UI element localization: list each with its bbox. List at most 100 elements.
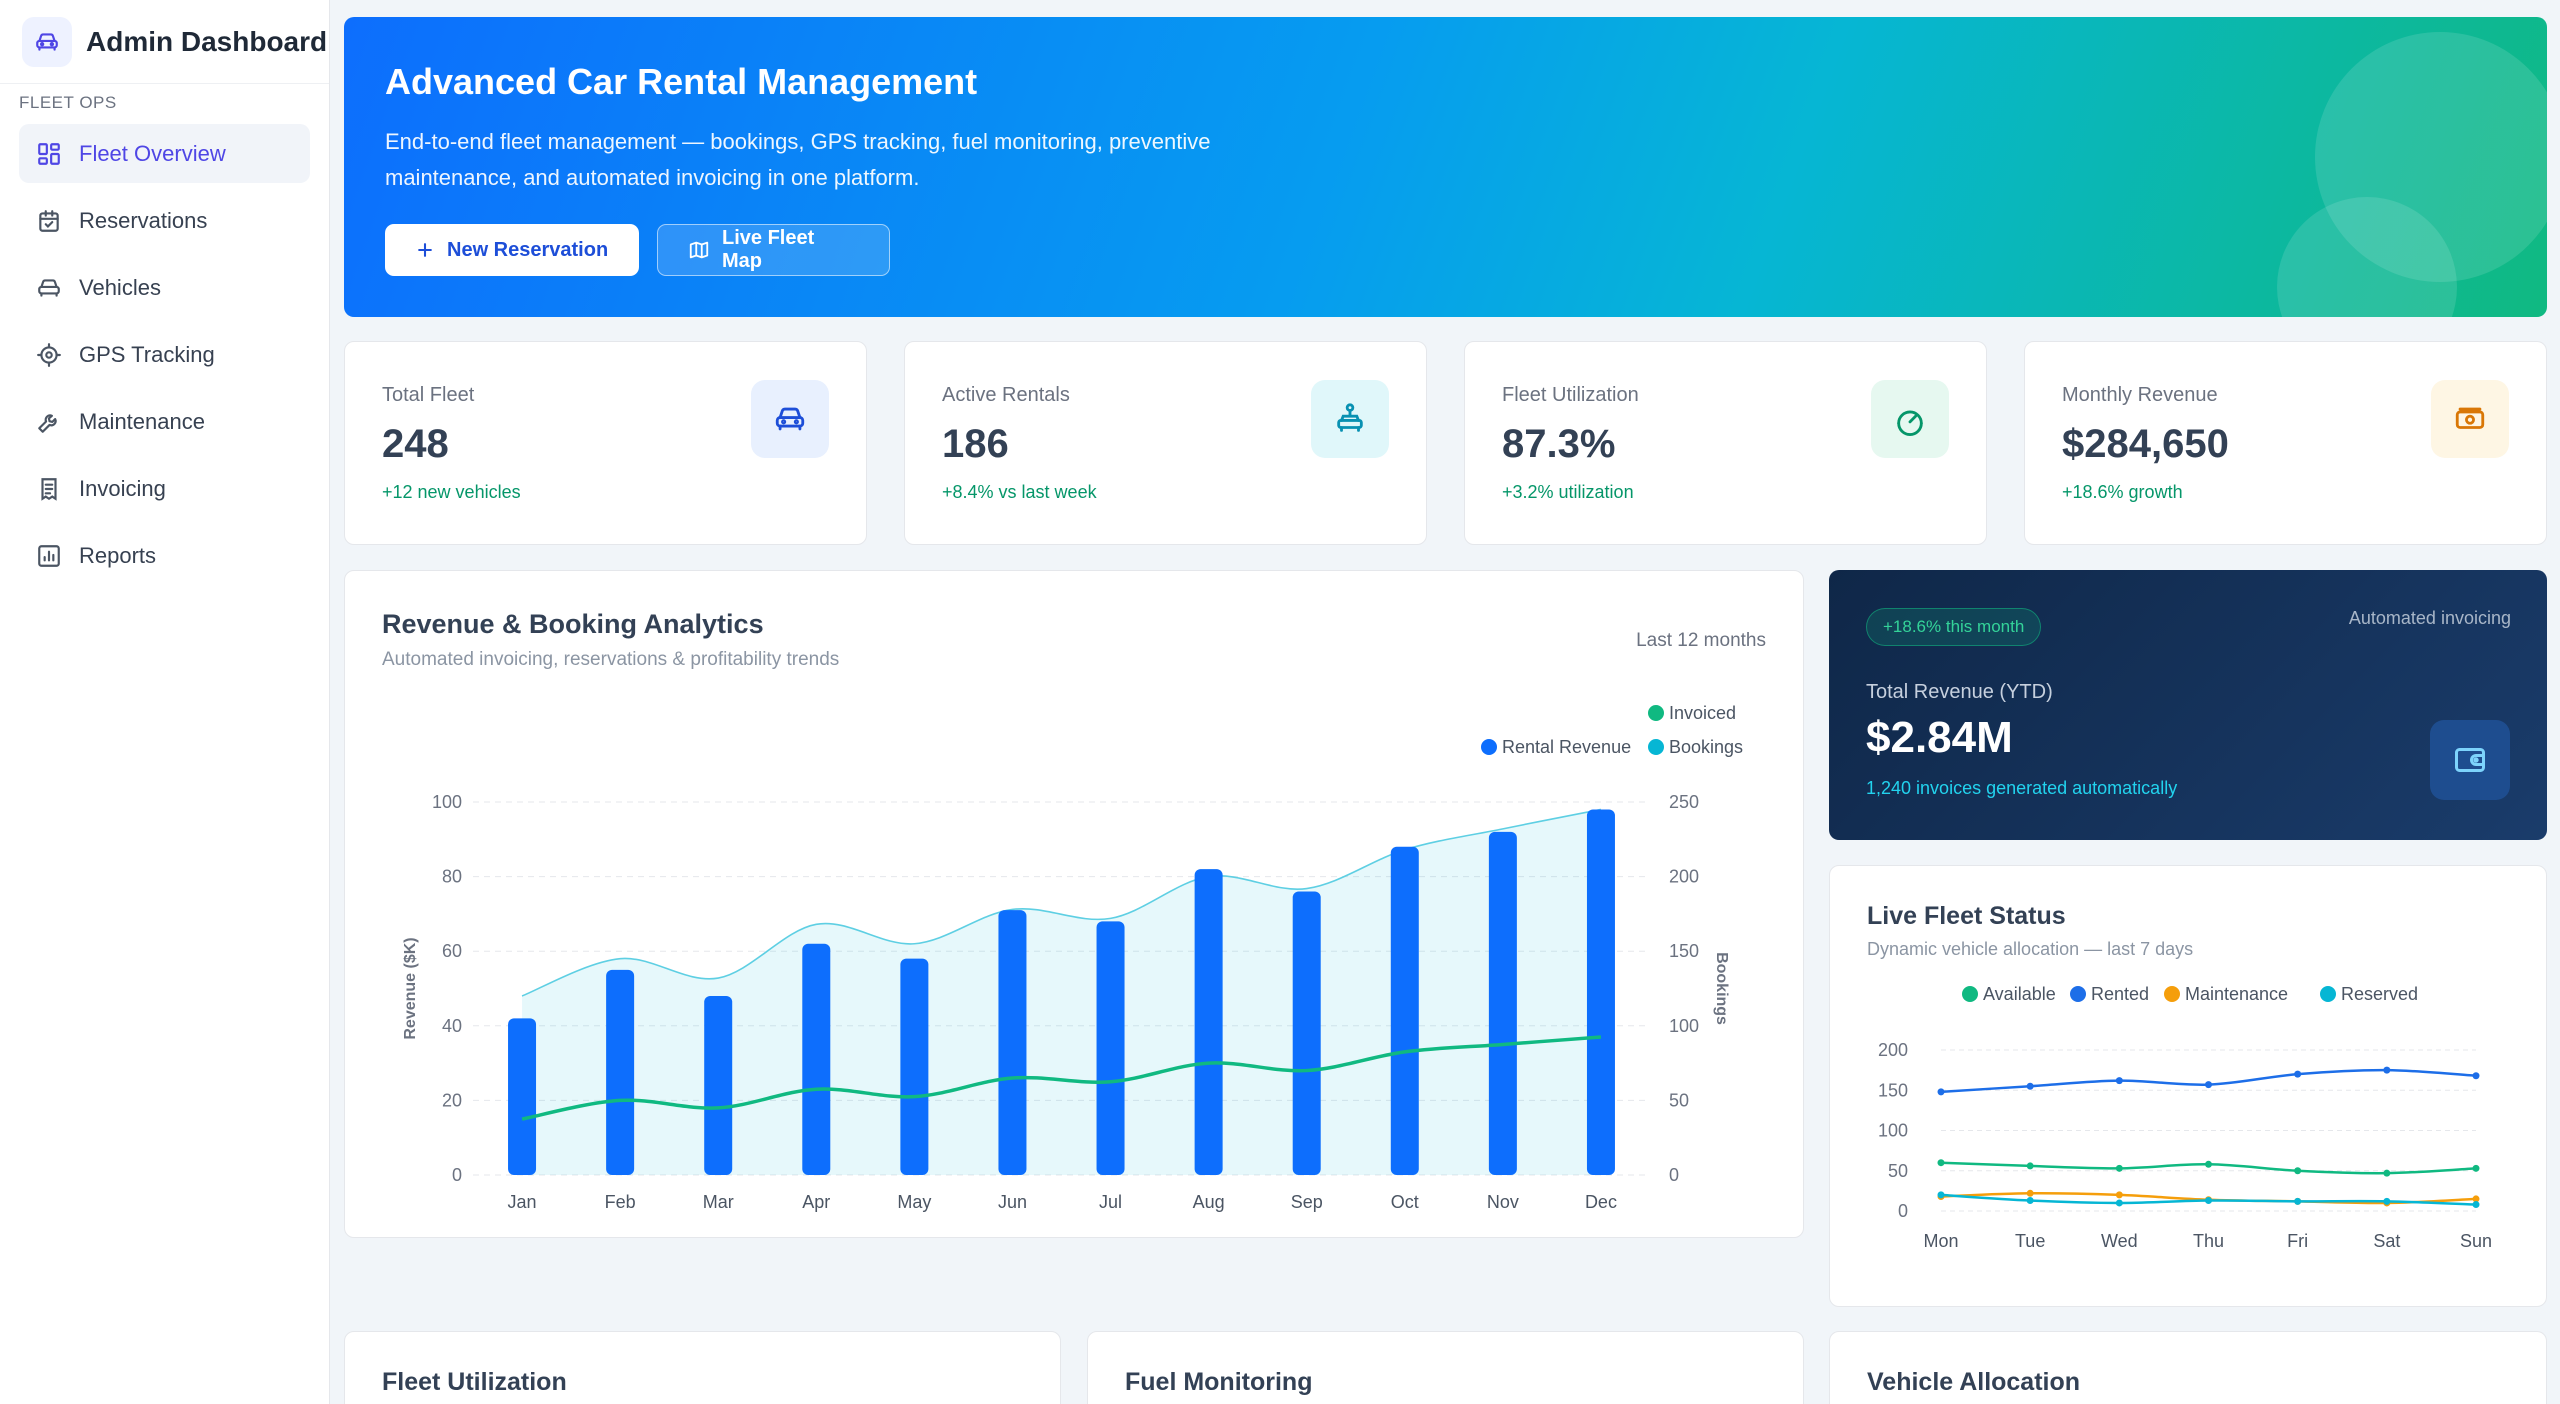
series-point [2205,1197,2212,1205]
series-point [2472,1201,2480,1209]
series-point [2294,1070,2302,1078]
sidebar-item-vehicles[interactable]: Vehicles [19,258,310,317]
revenue-value: $2.84M [1866,713,2013,762]
live-fleet-chart: 0 50 100 150 200 Mon Tue Wed Thu Fri Sat Sun Availab… [1878,984,2492,1251]
revenue-bar [1586,809,1615,1175]
sidebar-item-label: Reports [79,542,157,568]
series-point [2115,1164,2123,1172]
automation-tag: Automated invoicing [2348,608,2511,628]
card-title: Fleet Utilization [382,1368,567,1396]
hero-description: End-to-end fleet management — bookings, … [385,129,1211,190]
y-tick-label: 50 [1888,1161,1908,1181]
legend-label: Rental Revenue [1502,737,1631,757]
nav-section-label: FLEET OPS [19,93,117,112]
legend-label: Invoiced [1669,703,1736,723]
live-fleet-map-button[interactable]: Live Fleet Map [657,224,890,276]
sidebar-item-label: Fleet Overview [79,140,226,166]
fleet-utilization-card: Fleet Utilization [344,1331,1061,1404]
series-point [2115,1077,2123,1085]
x-tick-label: Dec [1585,1192,1617,1212]
button-label: New Reservation [447,238,609,261]
series-point [2026,1189,2034,1197]
sidebar-item-reservations[interactable]: Reservations [19,191,310,250]
vehicle-allocation-card: Vehicle Allocation [1829,1331,2547,1404]
revenue-bar [998,910,1027,1175]
car-icon [35,274,63,302]
y-tick-label: 150 [1878,1080,1908,1100]
y2-tick-label: 150 [1669,941,1699,961]
x-tick-label: Sat [2373,1231,2400,1251]
series-point [2205,1160,2212,1168]
card-title: Vehicle Allocation [1867,1368,2081,1396]
revenue-bar [1194,869,1223,1175]
x-tick-label: Sep [1291,1192,1323,1212]
bookings-area [522,809,1601,1175]
stat-label: Active Rentals [942,384,1070,406]
sidebar-item-maintenance[interactable]: Maintenance [19,392,310,451]
hero-banner: Advanced Car Rental Management End-to-en… [344,17,2547,317]
car-icon [22,16,72,67]
y2-tick-label: 250 [1669,792,1699,812]
y-tick-label: 100 [432,792,462,812]
hero-title: Advanced Car Rental Management [385,61,978,102]
x-tick-label: Sun [2460,1231,2492,1251]
sidebar-item-fleet-overview[interactable]: Fleet Overview [19,124,310,183]
sidebar-item-label: Invoicing [79,475,166,501]
stat-change: +3.2% utilization [1502,482,1634,502]
revenue-bar [606,969,635,1175]
map-icon [688,239,710,261]
y-tick-label: 0 [452,1165,462,1185]
x-tick-label: Apr [802,1192,830,1212]
card-title: Fuel Monitoring [1125,1368,1313,1396]
series-point [2205,1081,2212,1089]
grid-icon [35,140,63,168]
y-tick-label: 20 [442,1090,462,1110]
stat-value: 186 [942,422,1009,466]
legend-swatch [1648,705,1664,721]
x-tick-label: Wed [2101,1231,2138,1251]
x-tick-label: Mon [1923,1231,1958,1251]
sidebar-item-gps-tracking[interactable]: GPS Tracking [19,325,310,384]
x-tick-label: Nov [1487,1192,1519,1212]
revenue-bar [1292,891,1321,1175]
legend-label: Bookings [1669,737,1743,757]
x-tick-label: Mar [703,1192,734,1212]
sidebar-item-invoicing[interactable]: Invoicing [19,459,310,518]
y2-tick-label: 0 [1669,1165,1679,1185]
x-tick-label: Jun [998,1192,1027,1212]
stat-card-monthly-revenue: Monthly Revenue $284,650 +18.6% growth [2024,341,2547,545]
fuel-monitoring-card: Fuel Monitoring [1087,1331,1804,1404]
revenue-booking-chart: 0 20 40 60 80 100 0 50 100 150 200 250 Revenue ($K) B… [402,703,1743,1212]
car-key-icon [1311,380,1389,458]
revenue-bar [704,995,733,1175]
stat-card-total-fleet: Total Fleet 248 +12 new vehicles [344,341,867,545]
series-point [1937,1088,1945,1096]
sidebar-item-reports[interactable]: Reports [19,526,310,585]
stat-card-active-rentals: Active Rentals 186 +8.4% vs last week [904,341,1427,545]
series-point [2472,1164,2480,1172]
series-point [2383,1169,2391,1177]
series-point [1937,1191,1945,1199]
sidebar-item-label: Vehicles [79,274,161,300]
stat-label: Fleet Utilization [1502,384,1639,406]
stat-change: +12 new vehicles [382,482,521,502]
cash-icon [2431,380,2509,458]
y2-tick-label: 100 [1669,1016,1699,1036]
revenue-bar [900,958,929,1175]
x-tick-label: Jan [508,1192,537,1212]
stat-label: Monthly Revenue [2062,384,2218,406]
car-icon [751,380,829,458]
y-tick-label: 40 [442,1016,462,1036]
series-point [2026,1162,2034,1170]
legend-label: Available [1983,984,2056,1004]
new-reservation-button[interactable]: New Reservation [385,224,639,276]
sidebar-item-label: GPS Tracking [79,341,215,367]
revenue-bar [1096,921,1125,1175]
analytics-card: Revenue & Booking Analytics Automated in… [344,570,1804,1238]
brand[interactable]: Admin Dashboard [0,0,329,84]
x-tick-label: Fri [2287,1231,2308,1251]
legend-label: Maintenance [2185,984,2288,1004]
stat-label: Total Fleet [382,384,475,406]
sidebar-item-label: Maintenance [79,408,205,434]
invoice-note: 1,240 invoices generated automatically [1866,778,2178,798]
